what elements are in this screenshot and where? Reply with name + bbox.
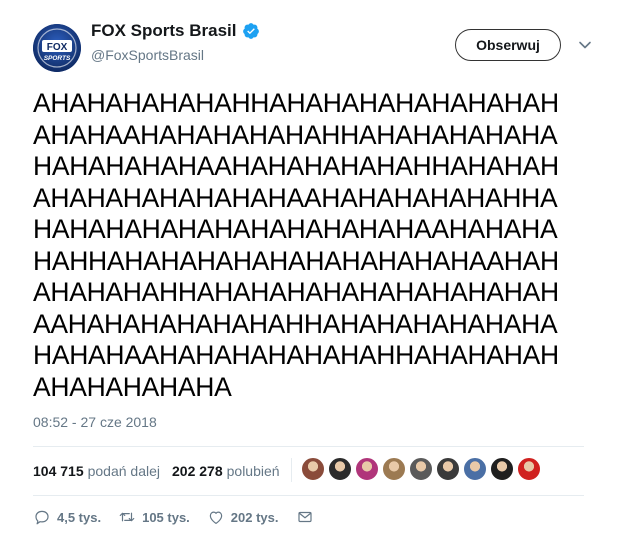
like-button[interactable]: 202 tys. [207,508,279,526]
retweets-label[interactable]: podań dalej [88,463,160,479]
liker-avatar-2[interactable] [328,457,352,481]
svg-text:FOX: FOX [47,42,68,53]
reply-count: 4,5 tys. [57,509,102,525]
retweet-count: 105 tys. [142,509,190,525]
liker-avatar-6[interactable] [436,457,460,481]
tweet-stats: 104 715 podań dalej 202 278 polubień [33,456,292,486]
liker-avatar-1[interactable] [301,457,325,481]
likes-label[interactable]: polubień [227,463,280,479]
tweet-text: AHAHAHAHAHAHHAHAHAHAHAHAHAHAH AHAHAAHAHA… [33,88,613,403]
fox-sports-avatar[interactable]: FOX SPORTS [33,24,81,72]
reply-icon [35,510,49,525]
retweets-count[interactable]: 104 715 [33,463,84,479]
tweet-text-line: AAHAHAHAHAHAHAHHAHAHAHAHAHAHA [33,308,558,339]
liker-avatar-5[interactable] [409,457,433,481]
retweet-icon [119,512,135,522]
direct-message-button[interactable] [296,508,320,526]
likes-count[interactable]: 202 278 [172,463,223,479]
liker-avatar-4[interactable] [382,457,406,481]
user-handle[interactable]: @FoxSportsBrasil [91,47,204,63]
liker-avatars [301,457,544,481]
tweet-timestamp[interactable]: 08:52 - 27 cze 2018 [33,414,157,430]
chevron-down-icon[interactable] [578,38,592,52]
tweet-text-line: HAHAHAHAHAHAHAHAHAHAHAAHAHAHA [33,214,558,244]
liker-avatar-8[interactable] [490,457,514,481]
tweet-actions: 4,5 tys. 105 tys. 202 tys. [33,506,337,528]
tweet-text-line: AHAHAHAHAHA [33,371,232,402]
verified-badge-icon [243,23,260,39]
tweet-text-line: AHAHAHAHHAHAHAHAHAHAHAHAHAHAH [33,277,559,307]
display-name[interactable]: FOX Sports Brasil [91,21,260,41]
like-count: 202 tys. [230,509,279,525]
fox-sports-logo-icon: FOX SPORTS [33,24,81,72]
divider [33,446,584,447]
display-name-text[interactable]: FOX Sports Brasil [91,21,236,41]
divider [33,495,584,496]
tweet-text-line: AHAHAAHAHAHAHAHAHHAHAHAHAHAHA [33,119,558,150]
liker-avatar-3[interactable] [355,457,379,481]
tweet-text-line: AHAHAHAHAHAHAHAAHAHAHAHAHAHHA [33,182,558,213]
stats-separator [291,458,292,482]
tweet-text-line: HAHAHAHAHAAHAHAHAHAHAHHAHAHAH [33,151,559,181]
retweet-button[interactable]: 105 tys. [118,508,190,526]
tweet-text-line: HAHHAHAHAHAHAHAHAHAHAHAHAAHAH [33,245,559,276]
tweet-text-line: AHAHAHAHAHAHHAHAHAHAHAHAHAHAH [33,88,559,118]
liker-avatar-9[interactable] [517,457,541,481]
heart-icon [209,511,223,524]
tweet-header: FOX SPORTS FOX Sports Brasil @FoxSportsB… [0,0,618,80]
tweet-text-line: HAHAHAAHAHAHAHAHAHAHHAHAHAHAH [33,340,559,370]
svg-text:SPORTS: SPORTS [44,55,71,62]
follow-button[interactable]: Obserwuj [455,29,561,61]
envelope-icon [297,511,312,523]
reply-button[interactable]: 4,5 tys. [33,508,101,526]
liker-avatar-7[interactable] [463,457,487,481]
